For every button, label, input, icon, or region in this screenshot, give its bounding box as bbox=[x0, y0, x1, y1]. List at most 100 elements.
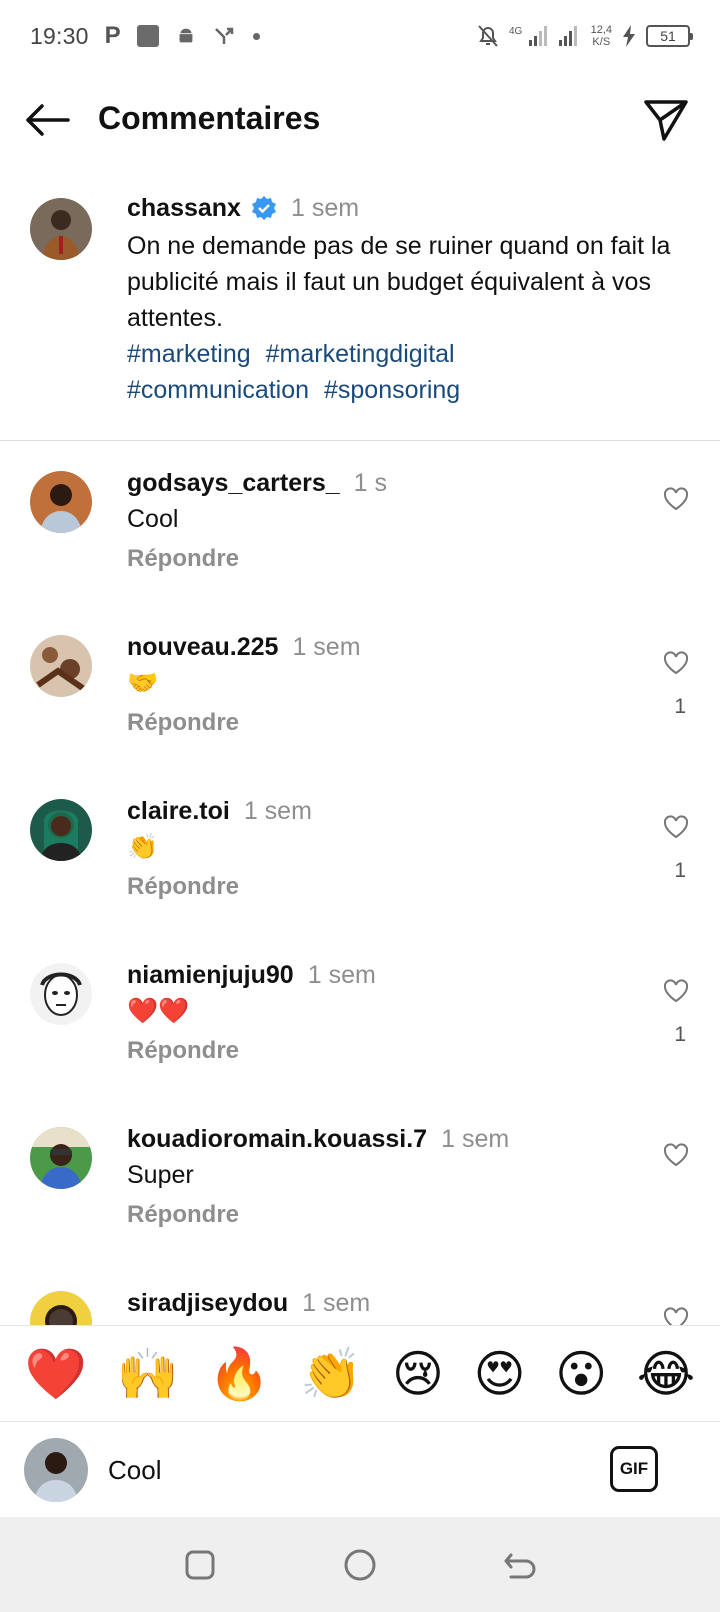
verified-badge-icon bbox=[251, 195, 277, 221]
speed-unit: K/S bbox=[592, 36, 611, 48]
reply-button[interactable]: Répondre bbox=[127, 1201, 239, 1229]
back-button[interactable] bbox=[24, 100, 70, 140]
square-icon bbox=[185, 1550, 215, 1579]
comment-text: Super bbox=[127, 1161, 194, 1189]
like-count: 1 bbox=[674, 859, 686, 882]
status-bar: 19:30 P 4G 12,4 K/S 51 bbox=[0, 0, 720, 72]
reaction-fire[interactable]: 🔥 bbox=[208, 1344, 270, 1404]
recents-button[interactable] bbox=[180, 1545, 220, 1585]
hashtag-link[interactable]: #marketing bbox=[127, 340, 251, 368]
comment-username[interactable]: niamienjuju90 bbox=[127, 961, 294, 990]
comment-composer: GIF bbox=[0, 1421, 720, 1517]
comment-item: niamienjuju90 1 sem ❤️❤️ Répondre 1 bbox=[0, 933, 720, 1097]
reply-button[interactable]: Répondre bbox=[127, 1037, 239, 1065]
reaction-surprised[interactable]: 😮 bbox=[555, 1344, 607, 1404]
signal-4g-icon: 4G bbox=[509, 24, 549, 48]
reaction-heart-eyes[interactable]: 😍 bbox=[474, 1344, 526, 1404]
reply-button[interactable]: Répondre bbox=[127, 545, 239, 573]
comment-header: claire.toi 1 sem bbox=[127, 793, 312, 829]
caption-time: 1 sem bbox=[290, 193, 360, 222]
heart-icon[interactable] bbox=[662, 1141, 690, 1169]
avatar-photo bbox=[30, 198, 92, 260]
header: Commentaires bbox=[0, 80, 720, 160]
android-icon bbox=[175, 25, 197, 47]
avatar-photo bbox=[30, 799, 92, 861]
heart-icon[interactable] bbox=[662, 485, 690, 513]
comment-header: godsays_carters_ 1 s bbox=[127, 465, 387, 501]
page-title: Commentaires bbox=[98, 100, 321, 136]
signal-bars-icon bbox=[558, 24, 581, 48]
heart-icon[interactable] bbox=[662, 1305, 690, 1325]
comment-time: 1 s bbox=[353, 468, 387, 497]
return-arrow-icon bbox=[504, 1553, 536, 1578]
status-time: 19:30 bbox=[30, 22, 89, 49]
svg-text:4G: 4G bbox=[509, 26, 523, 37]
share-branch-icon bbox=[213, 25, 237, 47]
like-count: 1 bbox=[674, 695, 686, 718]
hashtag-link[interactable]: #marketingdigital bbox=[266, 340, 455, 368]
status-right: 4G 12,4 K/S 51 bbox=[477, 0, 693, 72]
avatar[interactable] bbox=[30, 799, 92, 861]
caption-text: On ne demande pas de se ruiner quand on … bbox=[127, 232, 671, 332]
avatar-photo bbox=[30, 1291, 92, 1325]
comment-text: 👏 bbox=[127, 833, 159, 861]
comment-username[interactable]: godsays_carters_ bbox=[127, 469, 340, 498]
avatar[interactable] bbox=[30, 963, 92, 1025]
heart-icon[interactable] bbox=[662, 649, 690, 677]
avatar[interactable] bbox=[30, 198, 92, 260]
comment-item: claire.toi 1 sem 👏 Répondre 1 bbox=[0, 769, 720, 933]
like-count: 1 bbox=[674, 1023, 686, 1046]
caption-username[interactable]: chassanx bbox=[127, 194, 241, 223]
comment-list[interactable]: godsays_carters_ 1 s Cool Répondre nouve… bbox=[0, 441, 720, 1325]
home-button[interactable] bbox=[340, 1545, 380, 1585]
circle-icon bbox=[344, 1549, 376, 1580]
mute-bell-icon bbox=[477, 24, 499, 48]
hashtag-link[interactable]: #sponsoring bbox=[324, 376, 460, 404]
heart-icon[interactable] bbox=[662, 977, 690, 1005]
caption-header: chassanx 1 sem bbox=[127, 190, 359, 226]
comment-username[interactable]: nouveau.225 bbox=[127, 633, 278, 662]
reaction-raised-hands[interactable]: 🙌 bbox=[117, 1344, 179, 1404]
comment-time: 1 sem bbox=[307, 960, 376, 989]
comment-item: kouadioromain.kouassi.7 1 sem Super Répo… bbox=[0, 1097, 720, 1261]
avatar[interactable] bbox=[30, 635, 92, 697]
avatar[interactable] bbox=[30, 471, 92, 533]
comment-username[interactable]: claire.toi bbox=[127, 797, 230, 826]
comment-username[interactable]: kouadioromain.kouassi.7 bbox=[127, 1125, 427, 1154]
avatar-photo bbox=[24, 1438, 88, 1502]
caption-hashtags: #marketing #marketingdigital #communicat… bbox=[127, 336, 687, 408]
share-button[interactable] bbox=[642, 96, 690, 144]
system-nav-bar bbox=[0, 1517, 720, 1612]
comment-text: ❤️❤️ bbox=[127, 997, 190, 1025]
comment-input[interactable] bbox=[108, 1448, 578, 1492]
reply-button[interactable]: Répondre bbox=[127, 873, 239, 901]
comment-time: 1 sem bbox=[441, 1124, 510, 1153]
avatar-photo bbox=[30, 1127, 92, 1189]
comment-header: siradjiseydou 1 sem bbox=[127, 1285, 370, 1321]
comment-item: siradjiseydou 1 sem bbox=[0, 1261, 720, 1325]
parking-icon: P bbox=[104, 22, 121, 49]
heart-icon[interactable] bbox=[662, 813, 690, 841]
reaction-clap[interactable]: 👏 bbox=[300, 1344, 362, 1404]
avatar[interactable] bbox=[30, 1291, 92, 1325]
avatar[interactable] bbox=[30, 1127, 92, 1189]
comment-time: 1 sem bbox=[292, 632, 361, 661]
comment-item: nouveau.225 1 sem 🤝 Répondre 1 bbox=[0, 605, 720, 769]
reaction-heart[interactable]: ❤️ bbox=[25, 1344, 87, 1404]
nav-back-button[interactable] bbox=[500, 1545, 540, 1585]
reaction-crying[interactable]: 😢 bbox=[392, 1344, 444, 1404]
reaction-laughing[interactable]: 😂 bbox=[637, 1344, 695, 1404]
avatar-photo bbox=[30, 963, 92, 1025]
paper-plane-icon bbox=[644, 100, 688, 141]
comment-username[interactable]: siradjiseydou bbox=[127, 1289, 288, 1318]
comment-time: 1 sem bbox=[302, 1288, 371, 1317]
hashtag-link[interactable]: #communication bbox=[127, 376, 309, 404]
arrow-left-icon bbox=[26, 104, 70, 136]
battery-icon: 51 bbox=[646, 25, 693, 47]
comment-item: godsays_carters_ 1 s Cool Répondre bbox=[0, 441, 720, 605]
comment-header: kouadioromain.kouassi.7 1 sem bbox=[127, 1121, 509, 1157]
reply-button[interactable]: Répondre bbox=[127, 709, 239, 737]
gif-button[interactable]: GIF bbox=[610, 1446, 658, 1492]
app-square-icon bbox=[136, 25, 159, 47]
comment-text: Cool bbox=[127, 505, 179, 533]
